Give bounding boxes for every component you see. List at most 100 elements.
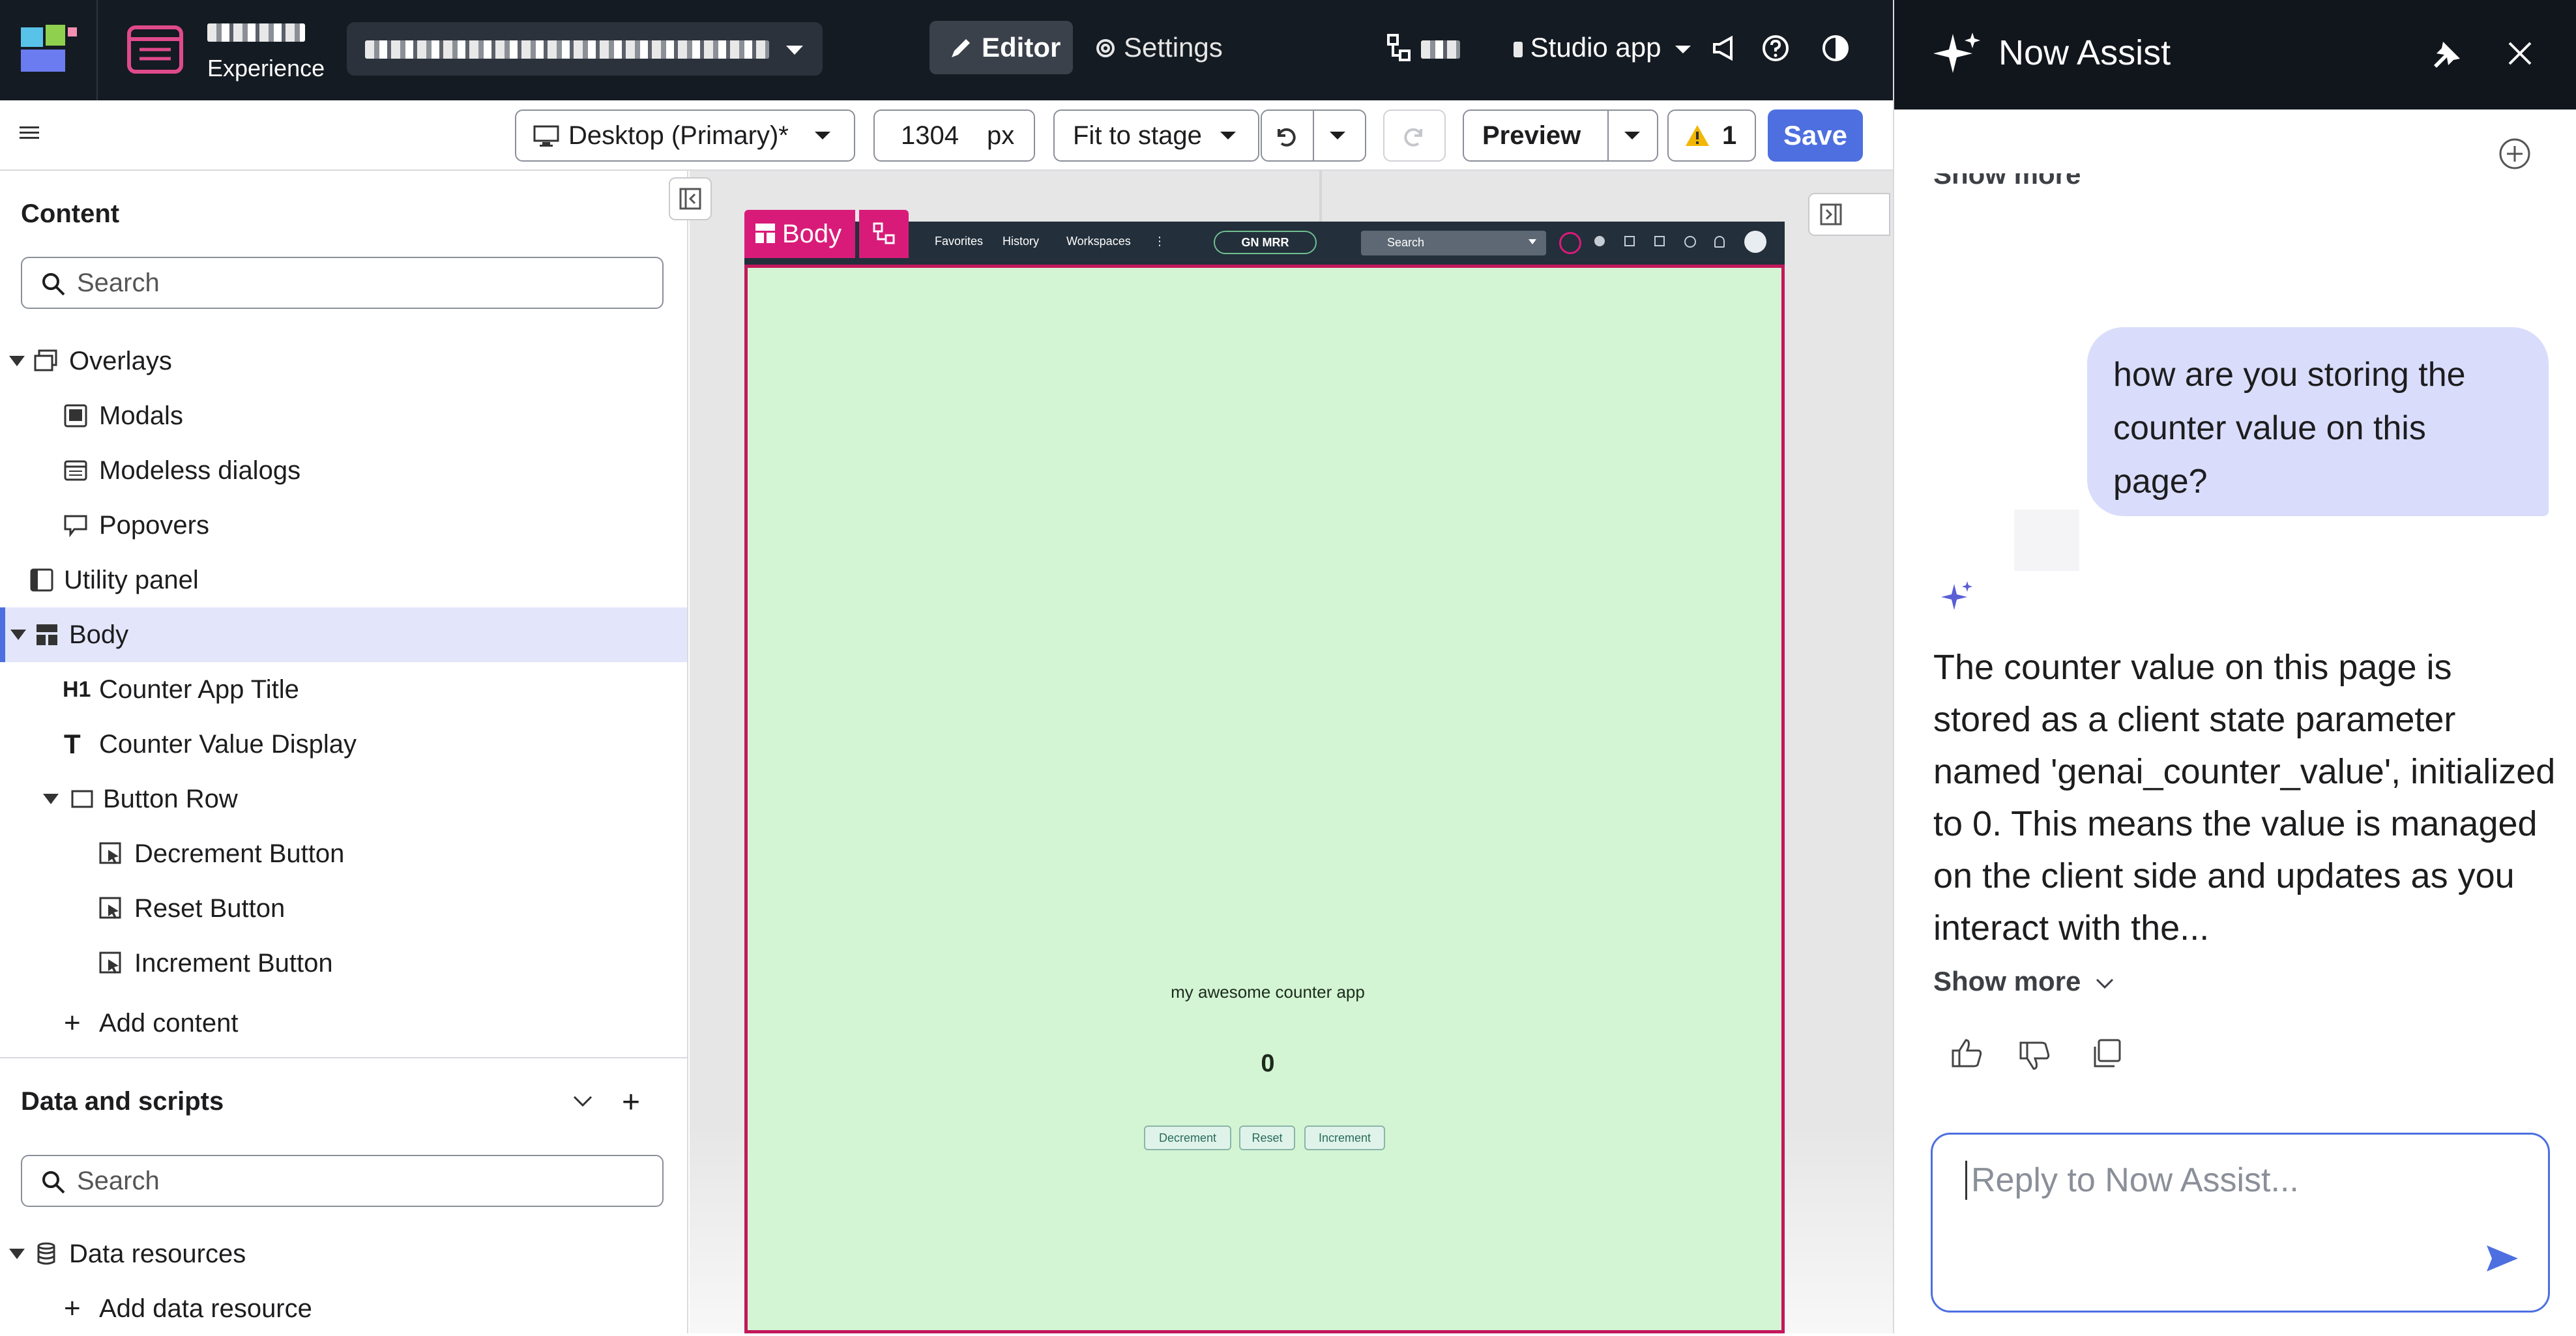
tree-item-popovers[interactable]: Popovers [0, 498, 687, 553]
width-input[interactable]: 1304 px [873, 109, 1035, 162]
caret-down-icon[interactable] [10, 630, 26, 640]
studio-app-menu[interactable]: Studio app [1514, 21, 1692, 74]
chevron-down-icon[interactable] [1328, 130, 1347, 141]
add-content-button[interactable]: + Add content [0, 996, 687, 1051]
data-search-input[interactable]: Search [21, 1155, 664, 1207]
preview-button[interactable]: Preview [1482, 111, 1581, 160]
undo-icon[interactable] [1272, 124, 1298, 150]
pencil-icon [948, 35, 974, 61]
redo-button[interactable] [1383, 109, 1446, 162]
save-button[interactable]: Save [1768, 109, 1863, 162]
warnings-button[interactable]: 1 [1667, 109, 1756, 162]
tree-item-button-row[interactable]: Button Row [0, 772, 687, 826]
button-cursor-icon [99, 897, 123, 920]
frame-nav-search[interactable]: Search [1361, 231, 1546, 255]
experience-switcher[interactable]: Experience [98, 0, 345, 100]
content-search-input[interactable]: Search [21, 257, 664, 309]
thumbs-down-icon[interactable] [2018, 1040, 2052, 1071]
frame-nav-avatar[interactable] [1744, 231, 1766, 253]
preview-group: Preview [1463, 109, 1658, 162]
help-icon[interactable] [1761, 34, 1790, 63]
tree-item-label: Increment Button [134, 949, 333, 978]
frame-nav-workspaces[interactable]: Workspaces [1066, 235, 1131, 248]
reset-button[interactable]: Reset [1239, 1125, 1295, 1150]
frame-nav-chat-icon[interactable] [1624, 236, 1635, 246]
now-assist-title: Now Assist [1998, 33, 2171, 72]
chevron-down-icon[interactable] [1623, 130, 1641, 141]
sparkle-icon [1933, 30, 1983, 80]
section-divider [0, 1057, 687, 1058]
caret-down-icon[interactable] [43, 794, 59, 804]
thumbs-up-icon[interactable] [1950, 1038, 1984, 1069]
body-selection-tag[interactable]: Body [744, 210, 855, 258]
tree-item-data-resources[interactable]: Data resources [0, 1227, 687, 1281]
chevron-down-icon [1219, 130, 1237, 141]
increment-button[interactable]: Increment [1304, 1125, 1385, 1150]
close-icon[interactable] [2507, 40, 2533, 66]
chevron-down-icon[interactable] [572, 1095, 593, 1108]
tree-item-overlays[interactable]: Overlays [0, 334, 687, 388]
frame-nav-bell-icon[interactable] [1714, 236, 1725, 248]
collapse-right-panel-button[interactable] [1808, 193, 1890, 236]
frame-nav-more-icon[interactable]: ⋮ [1154, 235, 1165, 248]
app-logo[interactable] [0, 0, 98, 100]
top-show-more-button[interactable]: Show more [1933, 173, 2081, 207]
frame-nav-help-icon[interactable] [1684, 236, 1696, 248]
experience-label: Experience [207, 55, 325, 81]
send-icon[interactable] [2485, 1243, 2519, 1274]
tree-item-counter-app-title[interactable]: H1 Counter App Title [0, 662, 687, 717]
tree-item-increment-button[interactable]: Increment Button [0, 936, 687, 991]
chevron-down-icon [1674, 44, 1692, 55]
dialog-icon [64, 459, 87, 482]
chevron-down-icon [1528, 239, 1537, 245]
frame-nav-history[interactable]: History [1003, 235, 1039, 248]
button-cursor-icon [99, 951, 123, 975]
tab-editor[interactable]: Editor [929, 21, 1073, 74]
viewport-select[interactable]: Desktop (Primary)* [515, 109, 855, 162]
new-chat-plus-icon[interactable] [2498, 137, 2532, 171]
tree-item-modals[interactable]: Modals [0, 388, 687, 443]
tree-item-body[interactable]: Body [0, 607, 687, 662]
tree-item-label: Decrement Button [134, 839, 345, 868]
tree-item-utility-panel[interactable]: Utility panel [0, 553, 687, 607]
frame-nav-favorites[interactable]: Favorites [935, 235, 983, 248]
frame-nav-calendar-icon[interactable] [1654, 236, 1665, 246]
avatar-placeholder [2014, 510, 2079, 571]
text-icon: T [64, 729, 81, 759]
tab-settings-label: Settings [1124, 32, 1223, 63]
copy-icon[interactable] [2090, 1038, 2122, 1070]
tree-item-label: Overlays [69, 347, 172, 375]
megaphone-icon[interactable] [1712, 35, 1738, 61]
add-data-resource-button[interactable]: + Add data resource [0, 1281, 687, 1336]
caret-down-icon[interactable] [9, 356, 25, 366]
show-more-button[interactable]: Show more [1933, 966, 2115, 997]
reply-input[interactable]: Reply to Now Assist... [1931, 1133, 2550, 1313]
frame-nav-badge[interactable]: GN MRR [1214, 231, 1317, 254]
frame-body[interactable]: my awesome counter app 0 Decrement Reset… [744, 265, 1785, 1333]
tree-item-decrement-button[interactable]: Decrement Button [0, 826, 687, 881]
tree-item-counter-value-display[interactable]: T Counter Value Display [0, 717, 687, 772]
pin-icon[interactable] [2431, 39, 2463, 70]
counter-value-display[interactable]: 0 [748, 1050, 1788, 1078]
layout-icon [35, 623, 59, 646]
caret-down-icon[interactable] [9, 1249, 25, 1259]
collapse-left-panel-button[interactable] [669, 177, 712, 220]
tree-item-modeless-dialogs[interactable]: Modeless dialogs [0, 443, 687, 498]
frame-nav-pin-icon[interactable] [1594, 236, 1605, 246]
search-icon [40, 271, 66, 297]
container-icon [70, 787, 94, 811]
hamburger-menu-icon[interactable] [20, 125, 39, 141]
fit-to-stage-select[interactable]: Fit to stage [1053, 109, 1259, 162]
hierarchy-icon[interactable] [1386, 34, 1412, 63]
tab-editor-label: Editor [982, 32, 1061, 63]
app-select[interactable] [347, 22, 823, 76]
tree-item-reset-button[interactable]: Reset Button [0, 881, 687, 936]
now-assist-header: Now Assist [1894, 0, 2576, 109]
tab-settings[interactable]: Settings [1089, 21, 1223, 74]
body-tree-button[interactable] [859, 210, 909, 258]
add-data-icon[interactable]: + [622, 1084, 640, 1120]
frame-nav-globe-icon[interactable] [1559, 232, 1581, 254]
counter-app-title[interactable]: my awesome counter app [748, 982, 1788, 1002]
decrement-button[interactable]: Decrement [1144, 1125, 1231, 1150]
theme-contrast-icon[interactable] [1821, 34, 1850, 63]
